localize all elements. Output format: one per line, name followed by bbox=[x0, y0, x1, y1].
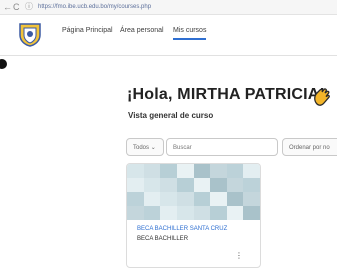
course-image-tile bbox=[127, 178, 144, 192]
search-placeholder: Buscar bbox=[173, 145, 192, 151]
info-circle-icon[interactable]: ⓘ bbox=[25, 1, 33, 13]
university-seal-icon[interactable] bbox=[18, 21, 42, 47]
address-bar[interactable]: https://fmo.ibe.ucb.edu.bo/my/courses.ph… bbox=[38, 2, 337, 12]
course-image-tile bbox=[243, 192, 260, 206]
course-image-tile bbox=[143, 178, 161, 192]
course-image-tile bbox=[143, 164, 161, 178]
course-image-tile bbox=[160, 164, 177, 178]
course-image[interactable] bbox=[127, 164, 260, 220]
course-image-tile bbox=[143, 206, 161, 220]
course-image-tile bbox=[193, 206, 211, 220]
course-image-tile bbox=[127, 206, 144, 220]
section-heading: Vista general de curso bbox=[128, 111, 214, 120]
course-image-tile bbox=[193, 192, 211, 206]
course-image-tile bbox=[176, 178, 194, 192]
course-image-tile bbox=[193, 164, 211, 178]
course-category: BECA BACHILLER bbox=[137, 236, 189, 242]
sort-label: Ordenar por no bbox=[289, 145, 330, 151]
floating-dot bbox=[0, 59, 7, 69]
more-vertical-icon[interactable]: ⋮ bbox=[235, 252, 243, 260]
reload-icon[interactable]: C bbox=[13, 1, 20, 13]
course-image-tile bbox=[193, 178, 211, 192]
nav-dashboard-link[interactable]: Área personal bbox=[120, 27, 164, 34]
waving-hand-icon bbox=[314, 88, 330, 106]
search-input[interactable]: Buscar bbox=[166, 138, 278, 156]
course-image-tile bbox=[243, 164, 260, 178]
course-image-tile bbox=[243, 178, 260, 192]
course-image-tile bbox=[226, 192, 244, 206]
course-image-tile bbox=[226, 206, 244, 220]
course-card[interactable]: BECA BACHILLER SANTA CRUZ BECA BACHILLER… bbox=[126, 163, 261, 268]
course-image-tile bbox=[127, 192, 144, 206]
course-image-tile bbox=[210, 178, 227, 192]
course-image-tile bbox=[210, 206, 227, 220]
browser-toolbar: ← C ⓘ https://fmo.ibe.ucb.edu.bo/my/cour… bbox=[0, 0, 337, 15]
nav-my-courses-link[interactable]: Mis cursos bbox=[173, 27, 207, 40]
course-image-tile bbox=[210, 164, 227, 178]
course-image-tile bbox=[243, 206, 260, 220]
site-navbar: Página Principal Área personal Mis curso… bbox=[0, 15, 337, 56]
nav-home-link[interactable]: Página Principal bbox=[62, 27, 113, 34]
course-image-tile bbox=[176, 192, 194, 206]
course-image-tile bbox=[127, 164, 144, 178]
course-filter-bar: Todos ⌄ Buscar Ordenar por no bbox=[126, 138, 337, 158]
course-image-tile bbox=[176, 206, 194, 220]
course-image-tile bbox=[226, 164, 244, 178]
course-image-tile bbox=[143, 192, 161, 206]
sort-dropdown[interactable]: Ordenar por no bbox=[282, 138, 337, 156]
course-image-tile bbox=[160, 192, 177, 206]
course-image-tile bbox=[210, 192, 227, 206]
grouping-label: Todos bbox=[133, 145, 150, 151]
grouping-dropdown[interactable]: Todos ⌄ bbox=[126, 138, 164, 156]
page-title: ¡Hola, MIRTHA PATRICIA! bbox=[127, 86, 326, 103]
course-image-tile bbox=[176, 164, 194, 178]
course-image-tile bbox=[160, 206, 177, 220]
course-image-tile bbox=[226, 178, 244, 192]
chevron-down-icon: ⌄ bbox=[150, 145, 156, 151]
course-title-link[interactable]: BECA BACHILLER SANTA CRUZ bbox=[137, 226, 227, 232]
arrow-left-icon[interactable]: ← bbox=[3, 1, 12, 13]
course-image-tile bbox=[160, 178, 177, 192]
